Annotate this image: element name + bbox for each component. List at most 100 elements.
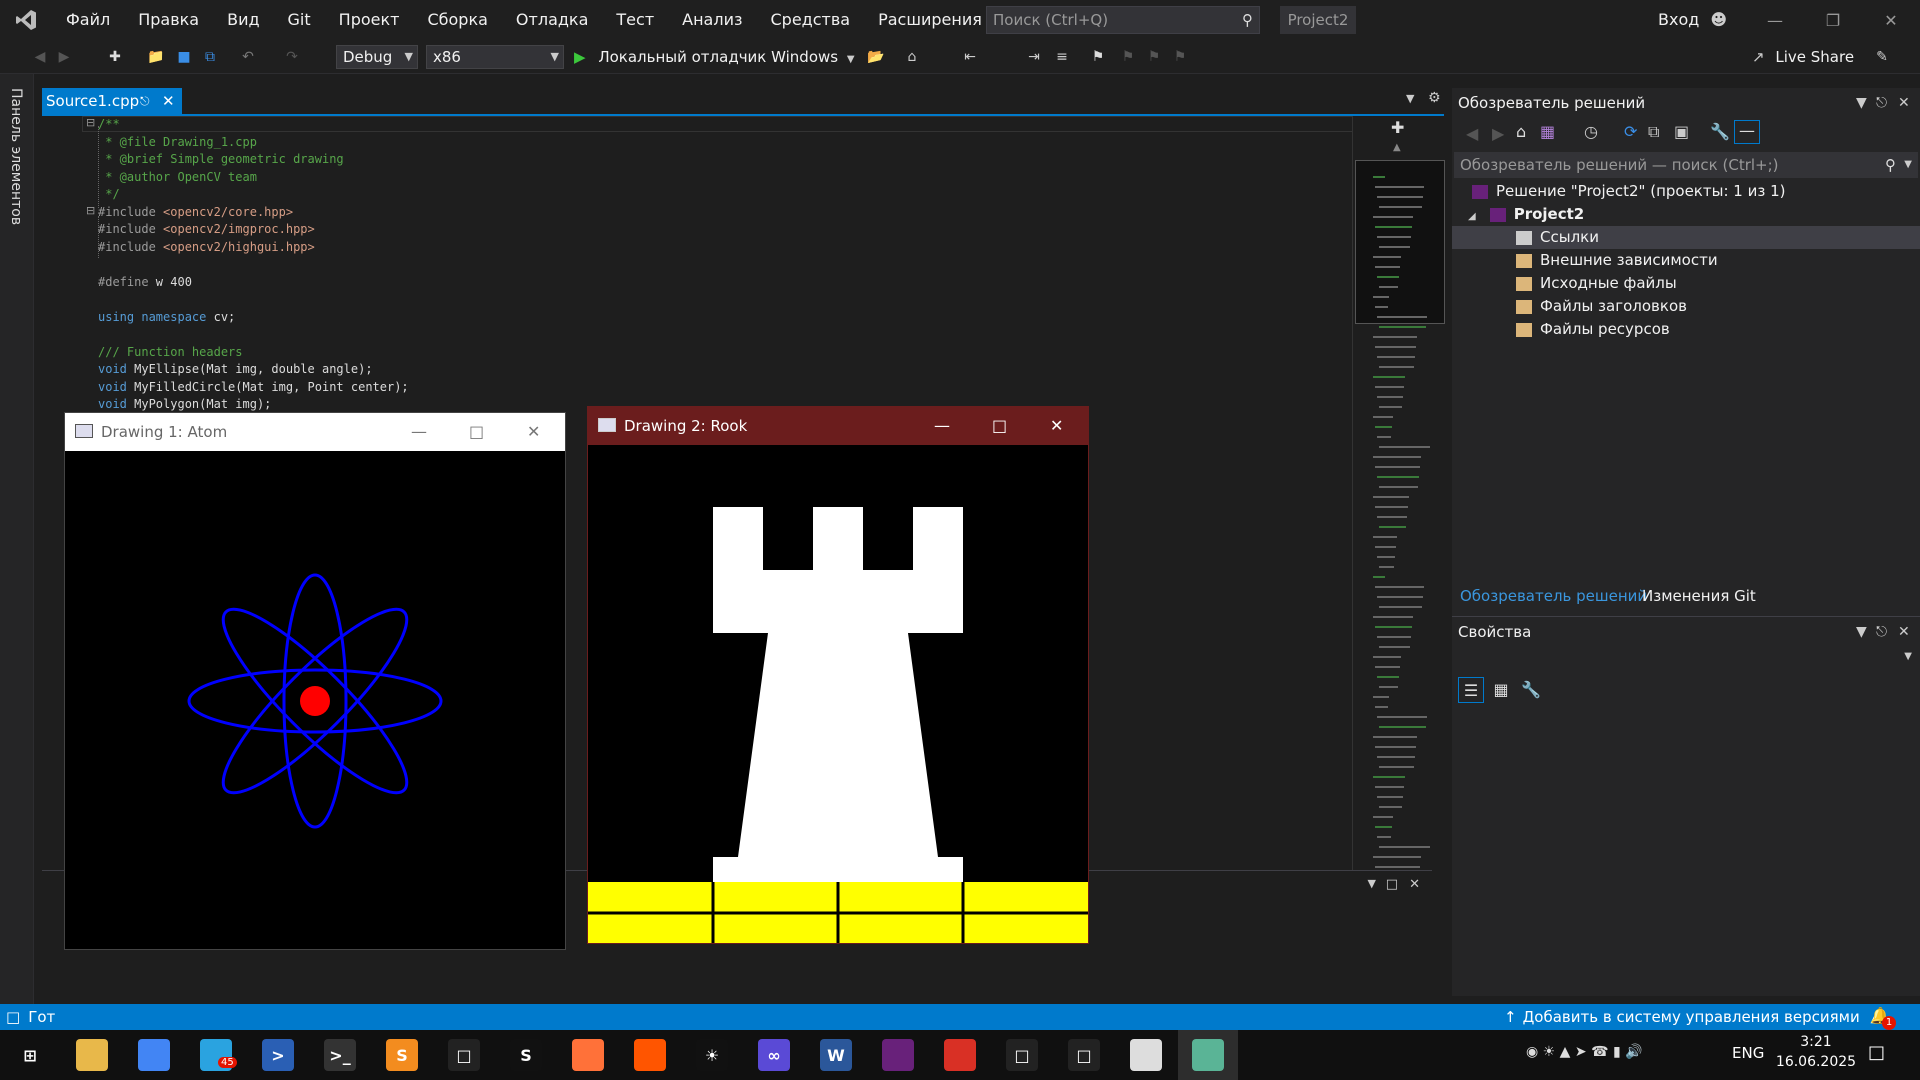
solution-search-input[interactable]: Обозреватель решений — поиск (Ctrl+;) ⚲ …: [1454, 152, 1918, 178]
panel-menu-icon[interactable]: ▼: [1856, 88, 1867, 118]
platform-select[interactable]: x86 ▼: [426, 45, 564, 69]
menu-item[interactable]: Файл: [52, 0, 124, 40]
action-center-icon[interactable]: □: [1868, 1042, 1885, 1063]
menu-item[interactable]: Тест: [602, 0, 668, 40]
scroll-up-icon[interactable]: ▲: [1393, 142, 1401, 153]
add-to-source-control-button[interactable]: ↑ Добавить в систему управления версиями …: [1504, 1004, 1878, 1033]
configuration-select[interactable]: Debug ▼: [336, 45, 418, 69]
collapse-icon[interactable]: ⊟: [86, 116, 95, 129]
menu-item[interactable]: Сборка: [413, 0, 501, 40]
link-app-icon[interactable]: ∞: [758, 1039, 790, 1071]
prev-bookmark-icon[interactable]: ⚑: [1118, 47, 1138, 67]
code-minimap[interactable]: ✚ ▲: [1352, 116, 1445, 876]
history-icon[interactable]: ◷: [1584, 122, 1598, 141]
word-icon[interactable]: W: [820, 1039, 852, 1071]
undo-icon[interactable]: ↶: [238, 47, 258, 67]
menu-item[interactable]: Проект: [325, 0, 414, 40]
start-debugging-button[interactable]: ▶ Локальный отладчик Windows ▼: [574, 45, 855, 72]
terminal-icon[interactable]: >_: [324, 1039, 356, 1071]
property-pages-icon[interactable]: 🔧: [1518, 677, 1544, 703]
tab-source1[interactable]: Source1.cpp ⎋ ✕: [42, 88, 182, 114]
home-icon[interactable]: ⌂: [1516, 122, 1526, 141]
minimize-icon[interactable]: —: [934, 407, 950, 445]
back-icon[interactable]: ◀: [1466, 124, 1478, 143]
chrome-canary-icon[interactable]: [944, 1039, 976, 1071]
console-icon[interactable]: □: [1068, 1039, 1100, 1071]
refresh-icon[interactable]: ⟳: [1624, 122, 1637, 141]
firefox-icon[interactable]: [572, 1039, 604, 1071]
chrome-icon[interactable]: [138, 1039, 170, 1071]
tab-list-icon[interactable]: ▼: [1406, 92, 1414, 105]
sun-app-icon[interactable]: ☀: [696, 1039, 728, 1071]
search-box[interactable]: Поиск (Ctrl+Q) ⚲: [986, 6, 1260, 34]
feedback-icon[interactable]: ✎: [1872, 47, 1892, 67]
properties-object-select[interactable]: ▼: [1454, 649, 1918, 673]
tab-git-changes[interactable]: Изменения Git: [1642, 582, 1756, 610]
tree-project[interactable]: ◢ Project2: [1452, 203, 1920, 226]
panel-menu-icon[interactable]: ▼: [1368, 877, 1376, 890]
minimap-viewport[interactable]: [1355, 160, 1445, 324]
telegram-icon[interactable]: 45: [200, 1039, 237, 1071]
rook-window[interactable]: Drawing 2: Rook — □ ✕: [587, 406, 1089, 944]
live-share-button[interactable]: ↗ Live Share: [1752, 45, 1854, 69]
close-panel-icon[interactable]: ✕: [1409, 877, 1420, 892]
categorized-icon[interactable]: ☰: [1458, 677, 1484, 703]
preview-icon[interactable]: —: [1734, 120, 1760, 144]
forward-icon[interactable]: ▶: [1492, 124, 1504, 143]
opencv-window-icon[interactable]: [1178, 1030, 1238, 1080]
powershell-icon[interactable]: >: [262, 1039, 294, 1071]
step-icon[interactable]: ⇤: [960, 47, 980, 67]
sublime-icon[interactable]: S: [386, 1039, 418, 1071]
soundcloud-icon[interactable]: [634, 1039, 666, 1071]
console-icon[interactable]: □: [1006, 1039, 1038, 1071]
tray-icons[interactable]: ◉ ☀ ▲ ➤ ☎ ▮ 🔊: [1526, 1044, 1643, 1060]
s-app-icon[interactable]: S: [510, 1039, 542, 1071]
clock-date[interactable]: 16.06.2025: [1770, 1054, 1862, 1070]
collapse-icon[interactable]: ⊟: [86, 204, 95, 217]
minimize-icon[interactable]: —: [1746, 0, 1804, 40]
menu-item[interactable]: Вид: [213, 0, 273, 40]
clock-time[interactable]: 3:21: [1784, 1034, 1848, 1050]
close-tab-icon[interactable]: ✕: [162, 88, 175, 114]
tree-item[interactable]: Файлы ресурсов: [1452, 318, 1920, 341]
close-icon[interactable]: ✕: [1862, 0, 1920, 40]
vs-switch-icon[interactable]: ▦: [1540, 122, 1555, 141]
maximize-icon[interactable]: □: [469, 413, 484, 451]
menu-item[interactable]: Расширения: [864, 0, 996, 40]
redo-icon[interactable]: ↷: [282, 47, 302, 67]
indent-icon[interactable]: ⇥: [1024, 47, 1044, 67]
close-icon[interactable]: ✕: [527, 413, 540, 451]
menu-item[interactable]: Правка: [124, 0, 213, 40]
forward-icon[interactable]: ▶: [54, 47, 74, 67]
back-icon[interactable]: ◀: [30, 47, 50, 67]
file-explorer-icon[interactable]: [76, 1039, 108, 1071]
sign-in-link[interactable]: Вход ☻: [1658, 0, 1727, 40]
tree-item[interactable]: Исходные файлы: [1452, 272, 1920, 295]
menu-item[interactable]: Средства: [756, 0, 864, 40]
alphabetical-icon[interactable]: ▦: [1488, 677, 1514, 703]
tab-solution-explorer[interactable]: Обозреватель решений: [1460, 582, 1647, 610]
tree-item[interactable]: Файлы заголовков: [1452, 295, 1920, 318]
atom-titlebar[interactable]: Drawing 1: Atom — □ ✕: [65, 413, 565, 451]
comment-icon[interactable]: ≡: [1052, 47, 1072, 67]
collapse-all-icon[interactable]: ⧉: [1648, 122, 1659, 142]
menu-item[interactable]: Git: [274, 0, 325, 40]
next-bookmark-icon[interactable]: ⚑: [1144, 47, 1164, 67]
pin-icon[interactable]: ⎋: [1876, 88, 1887, 118]
pin-icon[interactable]: ⎋: [1876, 617, 1887, 647]
atom-window[interactable]: Drawing 1: Atom — □ ✕: [64, 412, 566, 950]
console-icon[interactable]: □: [448, 1039, 480, 1071]
close-icon[interactable]: ✕: [1898, 88, 1910, 118]
home-icon[interactable]: ⌂: [902, 47, 922, 67]
visual-studio-icon[interactable]: [882, 1039, 914, 1071]
menu-item[interactable]: Отладка: [502, 0, 602, 40]
split-icon[interactable]: ✚: [1391, 118, 1404, 137]
open-folder-icon[interactable]: 📁: [146, 47, 166, 67]
restore-icon[interactable]: ❐: [1804, 0, 1862, 40]
show-all-files-icon[interactable]: ▣: [1674, 122, 1689, 141]
project-name-badge[interactable]: Project2: [1280, 6, 1356, 34]
panel-menu-icon[interactable]: ▼: [1856, 617, 1867, 647]
pin-icon[interactable]: ⎋: [140, 88, 150, 114]
maximize-icon[interactable]: □: [992, 407, 1007, 445]
minimize-icon[interactable]: —: [411, 413, 427, 451]
